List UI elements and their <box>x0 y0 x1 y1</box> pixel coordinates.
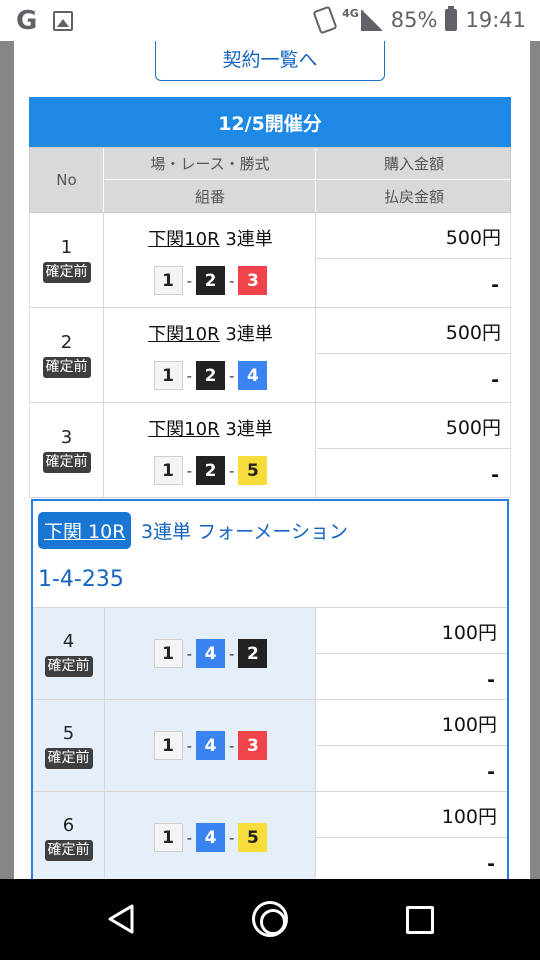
table-row: 1 確定前 下関10R 3連単 1 - 2 - 3 500円 - <box>29 213 511 308</box>
race-link[interactable]: 下関10R <box>148 419 219 440</box>
formation-block: 下関 10R 3連単 フォーメーション 1-4-235 4 確定前 1 - 4 … <box>31 499 509 879</box>
bet-type: 3連単 <box>225 324 273 345</box>
combination: 1 - 2 - 4 <box>105 361 316 390</box>
dimmed-background-right <box>530 41 540 879</box>
network-type: 4G <box>342 6 359 20</box>
table-row: 6 確定前 1 - 4 - 5 100円 - <box>33 791 507 879</box>
boat-number: 3 <box>238 731 268 760</box>
back-icon[interactable] <box>106 903 136 935</box>
bet-type: 3連単 <box>225 229 273 250</box>
purchase-amount: 100円 <box>316 792 507 838</box>
status-badge: 確定前 <box>42 452 91 473</box>
battery-percent: 85% <box>390 8 438 32</box>
status-badge: 確定前 <box>42 357 91 378</box>
status-badge: 確定前 <box>42 262 91 283</box>
header-race: 場・レース・勝式 <box>105 148 316 180</box>
status-badge: 確定前 <box>44 748 93 769</box>
dimmed-background-left <box>0 41 14 879</box>
table-row: 2 確定前 下関10R 3連単 1 - 2 - 4 500円 - <box>29 308 511 403</box>
table-row: 4 確定前 1 - 4 - 2 100円 - <box>33 607 507 700</box>
purchase-history-panel: 契約一覧へ 12/5開催分 No 場・レース・勝式 購入金額 組番 払戻金額 1… <box>14 41 530 879</box>
header-no: No <box>30 148 104 212</box>
row-number: 4 <box>62 631 75 652</box>
payout-amount: - <box>487 853 495 875</box>
row-number: 6 <box>62 815 75 836</box>
header-combination: 組番 <box>105 181 316 212</box>
purchase-amount: 500円 <box>317 213 511 259</box>
boat-number: 3 <box>238 266 268 295</box>
google-icon: G <box>16 6 38 36</box>
payout-amount: - <box>491 274 499 296</box>
contract-list-button[interactable]: 契約一覧へ <box>155 41 385 81</box>
boat-number: 5 <box>238 456 268 485</box>
signal-icon <box>360 9 383 31</box>
row-number: 2 <box>60 332 73 353</box>
status-badge: 確定前 <box>44 656 93 677</box>
boat-number: 2 <box>196 361 225 390</box>
wifi-calling-icon <box>312 5 338 35</box>
payout-amount: - <box>487 669 495 691</box>
formation-type: 3連単 フォーメーション <box>141 521 348 543</box>
home-icon[interactable] <box>252 901 288 937</box>
row-number: 3 <box>60 427 73 448</box>
formation-combination: 1-4-235 <box>38 567 124 592</box>
combination: 1 - 4 - 3 <box>105 731 316 760</box>
image-icon <box>53 11 74 31</box>
combination: 1 - 2 - 5 <box>105 456 316 485</box>
formation-race-link[interactable]: 下関 10R <box>38 512 132 549</box>
race-link[interactable]: 下関10R <box>148 324 219 345</box>
boat-number: 1 <box>153 731 183 760</box>
boat-number: 4 <box>238 361 268 390</box>
header-purchase: 購入金額 <box>317 148 511 180</box>
row-number: 5 <box>62 723 75 744</box>
status-bar: G 4G 85% 19:41 <box>0 0 540 41</box>
purchase-amount: 100円 <box>316 700 507 746</box>
combination: 1 - 2 - 3 <box>105 266 316 295</box>
boat-number: 1 <box>153 456 183 485</box>
purchase-amount: 500円 <box>317 308 511 354</box>
payout-amount: - <box>491 464 499 486</box>
payout-amount: - <box>487 761 495 783</box>
boat-number: 4 <box>196 823 225 852</box>
boat-number: 1 <box>153 823 183 852</box>
boat-number: 4 <box>196 731 225 760</box>
payout-amount: - <box>491 369 499 391</box>
status-badge: 確定前 <box>44 840 93 861</box>
day-header: 12/5開催分 <box>29 97 511 147</box>
table-header: No 場・レース・勝式 購入金額 組番 払戻金額 <box>29 147 511 213</box>
navigation-bar <box>0 879 540 960</box>
boat-number: 2 <box>196 456 225 485</box>
bet-type: 3連単 <box>225 419 273 440</box>
boat-number: 1 <box>153 266 183 295</box>
table-row: 3 確定前 下関10R 3連単 1 - 2 - 5 500円 - <box>29 403 511 498</box>
clock: 19:41 <box>465 8 526 32</box>
boat-number: 1 <box>153 639 183 668</box>
boat-number: 1 <box>153 361 183 390</box>
race-link[interactable]: 下関10R <box>148 229 219 250</box>
header-payout: 払戻金額 <box>383 188 444 206</box>
combination: 1 - 4 - 5 <box>105 823 316 852</box>
boat-number: 2 <box>238 639 268 668</box>
boat-number: 4 <box>196 639 225 668</box>
boat-number: 5 <box>238 823 268 852</box>
boat-number: 2 <box>196 266 225 295</box>
battery-charging-icon <box>445 6 458 31</box>
table-row: 5 確定前 1 - 4 - 3 100円 - <box>33 699 507 792</box>
recents-icon[interactable] <box>406 906 434 934</box>
purchase-amount: 100円 <box>316 608 507 654</box>
purchase-amount: 500円 <box>317 403 511 449</box>
combination: 1 - 4 - 2 <box>105 639 316 668</box>
row-number: 1 <box>60 237 73 258</box>
